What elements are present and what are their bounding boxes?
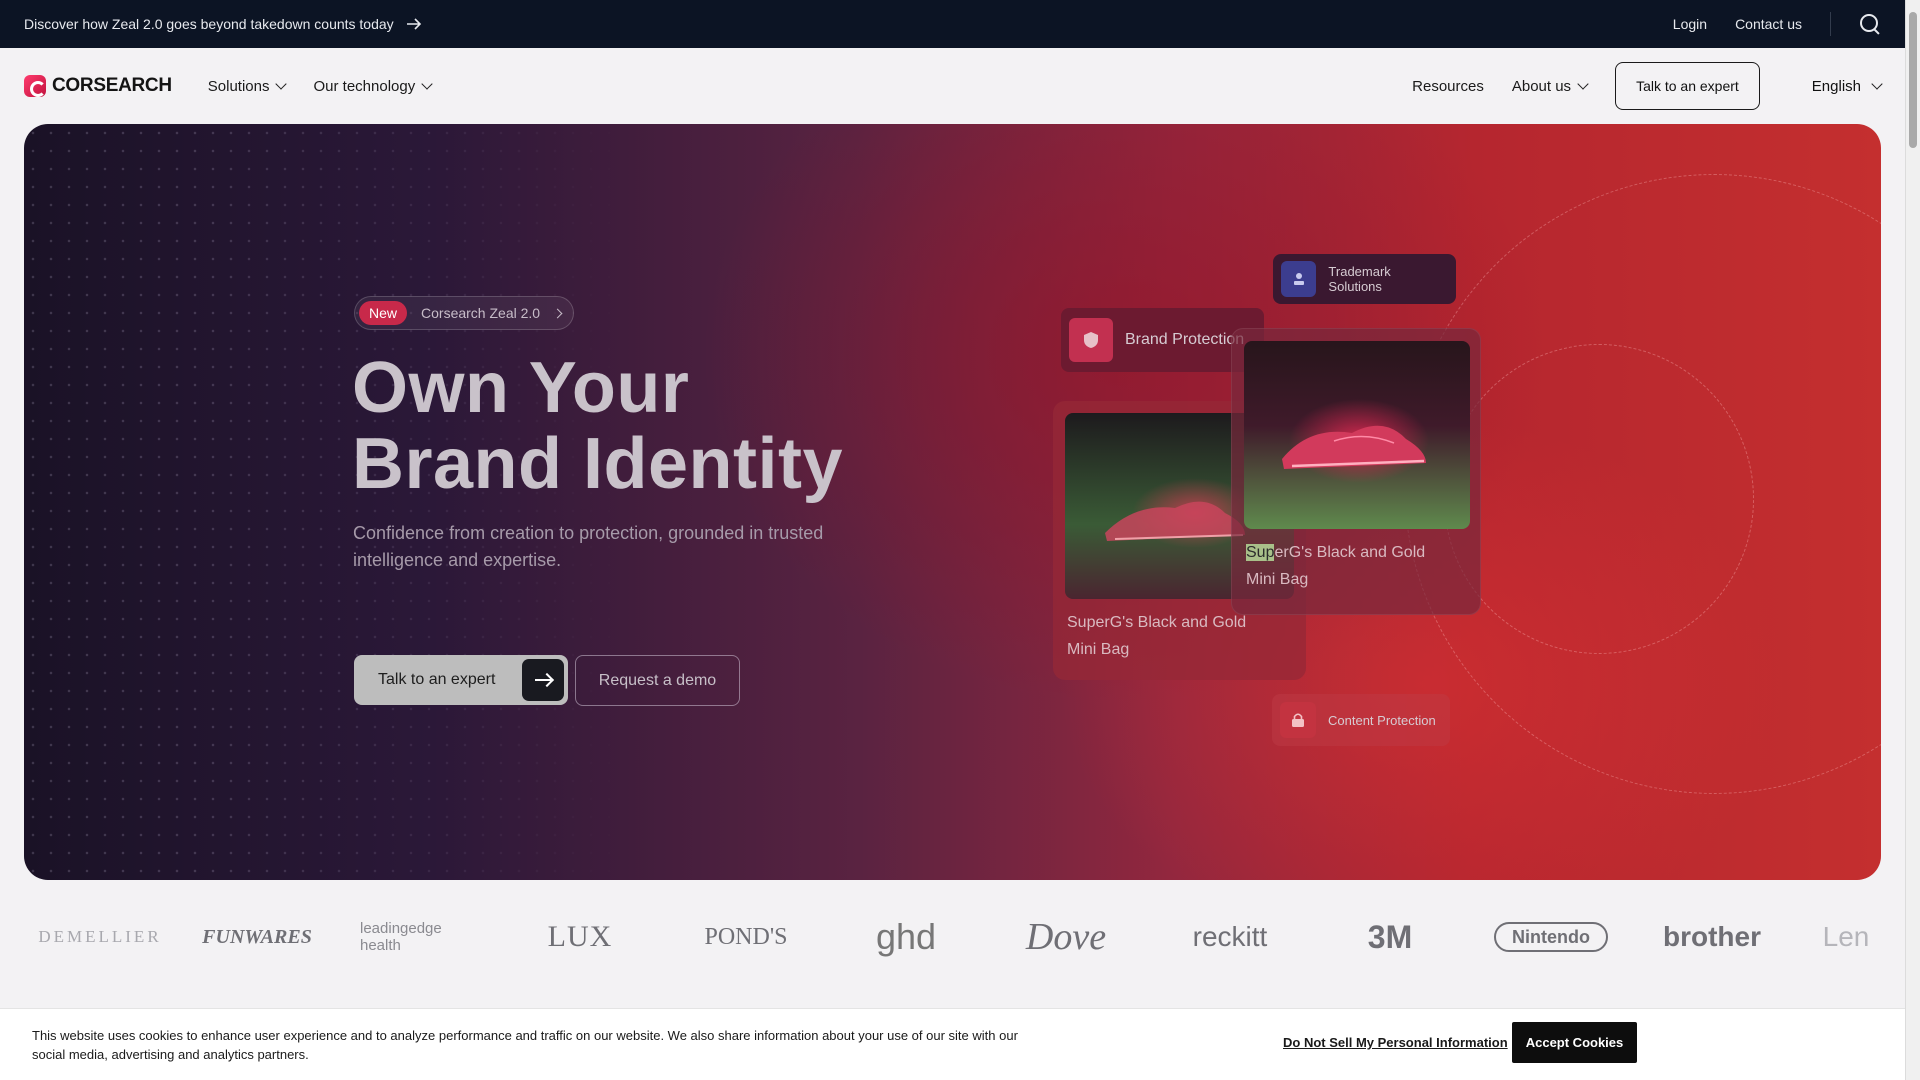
product-title-line2: Mini Bag (1067, 641, 1130, 658)
nav-our-technology[interactable]: Our technology (313, 77, 433, 95)
request-demo-button[interactable]: Request a demo (575, 655, 740, 706)
arrow-right-icon (406, 18, 421, 30)
chevron-right-icon (552, 308, 563, 318)
main-nav: CORSEARCH Solutions Our technology Resou… (0, 48, 1905, 124)
client-logos: DEMELLIER FUNWARES leadingedge health LU… (0, 904, 1905, 970)
chevron-down-icon (275, 78, 288, 90)
logo-funwares: FUNWARES (202, 925, 312, 948)
announcement-bar: Discover how Zeal 2.0 goes beyond takedo… (0, 0, 1905, 48)
brand-protection-label: Brand Protection (1125, 331, 1245, 348)
lock-icon (1280, 702, 1316, 738)
product-image (1244, 341, 1470, 529)
login-link[interactable]: Login (1673, 16, 1707, 32)
cookie-message: This website uses cookies to enhance use… (32, 1027, 1018, 1062)
content-protection-tag: Content Protection (1272, 694, 1450, 746)
cookie-banner: This website uses cookies to enhance use… (0, 1008, 1905, 1080)
headline-line-2: Brand Identity (352, 424, 844, 504)
talk-to-expert-nav-button[interactable]: Talk to an expert (1615, 62, 1760, 110)
highlight-text: Sup (1246, 544, 1275, 561)
logo-nintendo: Nintendo (1494, 922, 1608, 952)
logo-brother: brother (1663, 921, 1761, 952)
headline-line-1: Own Your (352, 348, 690, 428)
chevron-down-icon (1871, 78, 1883, 90)
nav-about-label: About us (1511, 77, 1572, 95)
search-icon[interactable] (1859, 13, 1881, 35)
chevron-down-icon (421, 78, 433, 90)
nav-resources[interactable]: Resources (1412, 78, 1484, 95)
logo-ponds: POND'S (704, 923, 788, 950)
logo-3m: 3M (1367, 918, 1413, 955)
announcement-text: Discover how Zeal 2.0 goes beyond takedo… (24, 16, 394, 32)
logo-lenovo: Len (1822, 921, 1870, 952)
chevron-down-icon (1577, 78, 1589, 90)
do-not-sell-link[interactable]: Do Not Sell My Personal Information (1283, 1035, 1508, 1050)
language-selector[interactable]: English (1811, 77, 1883, 95)
decorative-ring (1444, 344, 1754, 654)
contact-link[interactable]: Contact us (1735, 16, 1802, 32)
scrollbar-thumb[interactable] (1909, 12, 1917, 148)
content-protection-label: Content Protection (1328, 712, 1436, 728)
logo-demellier: DEMELLIER (38, 927, 162, 946)
page-scrollbar[interactable] (1905, 0, 1920, 1080)
shoe-image (1282, 425, 1426, 469)
hero-subtitle: Confidence from creation to protection, … (353, 523, 824, 570)
person-icon (1281, 261, 1317, 297)
logo-dove: Dove (1025, 916, 1107, 958)
divider (1830, 12, 1831, 36)
language-label: English (1811, 77, 1861, 95)
hero-section: New Corsearch Zeal 2.0 Own Your Brand Id… (24, 124, 1881, 880)
arrow-right-icon (522, 659, 564, 701)
product-title: SuperG's Black and Gold Mini Bag (1065, 609, 1294, 663)
trademark-label: Trademark Solutions (1328, 264, 1391, 294)
logo-ghd: ghd (875, 916, 937, 957)
hero-headline: Own Your Brand Identity (352, 350, 843, 502)
nav-solutions[interactable]: Solutions (207, 77, 288, 95)
logo-mark-icon (24, 75, 46, 97)
trademark-solutions-tag: Trademark Solutions (1273, 254, 1456, 304)
logo-leadingedge: leadingedge health (360, 920, 442, 954)
product-card: SuperG's Black and Gold Mini Bag (1231, 328, 1481, 615)
cta-primary-label: Talk to an expert (378, 671, 496, 688)
talk-to-expert-button[interactable]: Talk to an expert (354, 655, 568, 705)
nav-technology-label: Our technology (313, 77, 416, 95)
shield-icon (1069, 318, 1113, 362)
announcement-pill[interactable]: New Corsearch Zeal 2.0 (354, 296, 575, 330)
pill-text: Corsearch Zeal 2.0 (421, 305, 541, 321)
logo-reckitt: reckitt (1192, 921, 1268, 952)
product-title-rest: erG's Black and Gold (1274, 544, 1426, 561)
nav-about-us[interactable]: About us (1511, 77, 1589, 95)
logo-lux: LUX (547, 920, 613, 953)
product-title-line2: Mini Bag (1246, 571, 1309, 588)
brand-name: CORSEARCH (52, 75, 172, 96)
announcement-link[interactable]: Discover how Zeal 2.0 goes beyond takedo… (24, 16, 422, 32)
product-title: SuperG's Black and Gold Mini Bag (1244, 539, 1468, 593)
accept-cookies-button[interactable]: Accept Cookies (1512, 1022, 1637, 1063)
corsearch-logo[interactable]: CORSEARCH (24, 75, 172, 97)
nav-solutions-label: Solutions (207, 77, 270, 95)
new-badge: New (359, 301, 408, 325)
